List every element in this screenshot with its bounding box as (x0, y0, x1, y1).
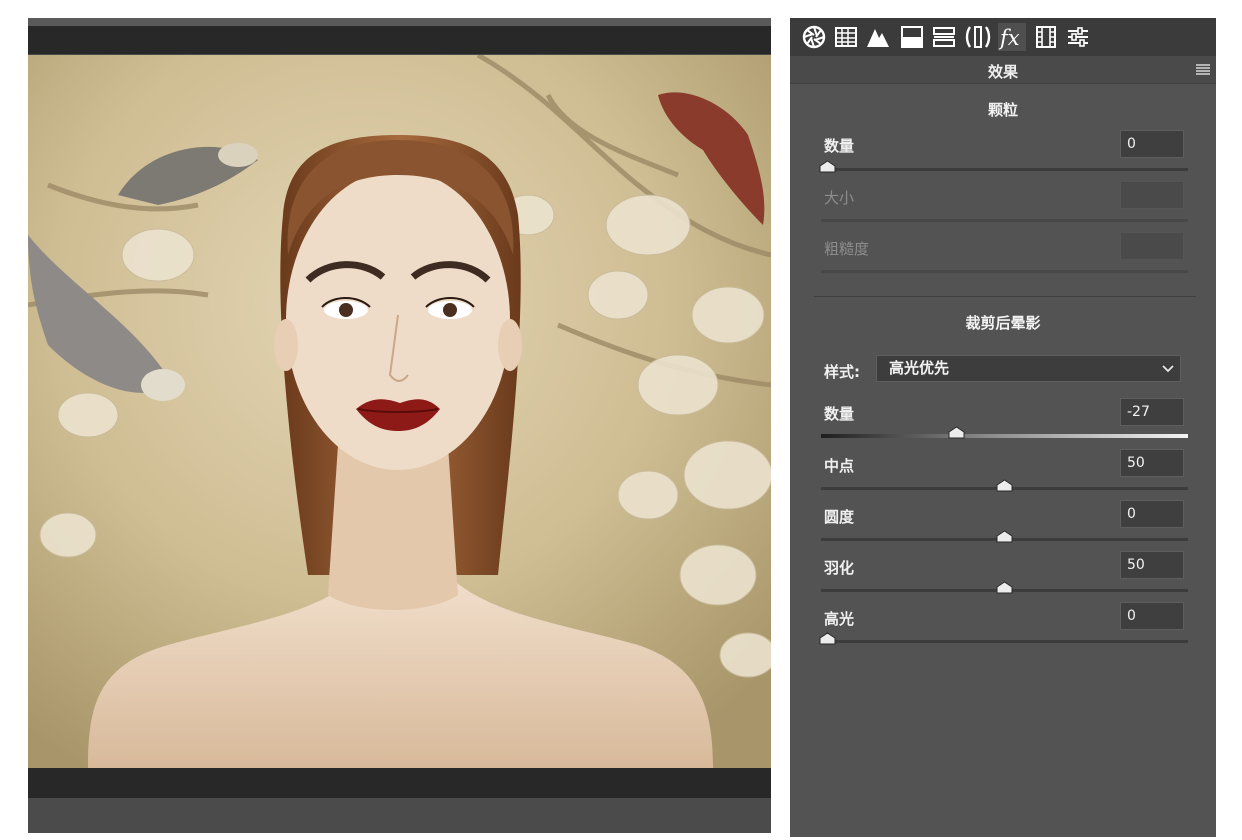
vignette-roundness-slider-thumb[interactable] (996, 530, 1013, 543)
panel-header: 效果 (790, 56, 1216, 84)
vignette-roundness-label: 圆度 (824, 508, 855, 526)
mountains-icon[interactable] (864, 23, 892, 51)
grain-roughness-track (821, 270, 1188, 273)
vignette-amount-field[interactable]: -27 (1120, 398, 1184, 426)
grain-size-field (1120, 181, 1184, 209)
vignette-section-title: 裁剪后晕影 (965, 314, 1041, 332)
grain-amount-track[interactable] (821, 168, 1188, 171)
vignette-highlights-field[interactable]: 0 (1120, 602, 1184, 630)
fx-icon[interactable]: fx (998, 23, 1026, 51)
grain-roughness-field (1120, 232, 1184, 260)
split-toning-icon[interactable] (898, 23, 926, 51)
section-divider (814, 296, 1196, 297)
fx-label: fx (998, 26, 1020, 50)
vignette-amount-label: 数量 (824, 405, 855, 423)
grid-icon[interactable] (832, 23, 860, 51)
vignette-style-label: 样式: (824, 363, 860, 381)
vignette-style-value: 高光优先 (889, 359, 950, 377)
lens-icon[interactable] (964, 23, 992, 51)
preview-top-strip (28, 18, 771, 26)
vignette-highlights-track[interactable] (821, 640, 1188, 643)
vignette-amount-track[interactable] (821, 434, 1188, 438)
vignette-midpoint-slider-thumb[interactable] (996, 479, 1013, 492)
vignette-feather-field[interactable]: 50 (1120, 551, 1184, 579)
vignette-amount-slider-thumb[interactable] (948, 426, 965, 439)
vignette-highlights-slider-thumb[interactable] (819, 632, 836, 645)
chevron-down-icon (1162, 365, 1174, 373)
film-calibration-icon[interactable] (1032, 23, 1060, 51)
portrait-photo (28, 55, 771, 768)
image-preview-area (28, 18, 771, 833)
panel-tab-bar: fx (790, 18, 1216, 56)
grain-size-track (821, 219, 1188, 222)
grain-section-title: 颗粒 (987, 101, 1018, 119)
hsl-bars-icon[interactable] (930, 23, 958, 51)
panel-menu-icon[interactable] (1196, 64, 1210, 75)
sliders-icon[interactable] (1064, 23, 1092, 51)
aperture-icon[interactable] (800, 23, 828, 51)
preview-top-bar (28, 26, 771, 54)
vignette-feather-slider-thumb[interactable] (996, 581, 1013, 594)
vignette-midpoint-label: 中点 (824, 457, 855, 475)
preview-bottom-bar (28, 768, 771, 798)
panel-title: 效果 (987, 63, 1018, 81)
effects-panel: fx 效果 颗粒 数量 0 大小 粗糙度 裁剪后晕影 样式: 高光优先 数量 -… (790, 18, 1216, 837)
vignette-midpoint-field[interactable]: 50 (1120, 449, 1184, 477)
preview-footer (28, 798, 771, 833)
vignette-highlights-label: 高光 (824, 610, 855, 628)
grain-amount-label: 数量 (824, 137, 855, 155)
vignette-roundness-field[interactable]: 0 (1120, 500, 1184, 528)
grain-amount-slider-thumb[interactable] (819, 160, 836, 173)
vignette-feather-label: 羽化 (824, 559, 855, 577)
grain-size-label: 大小 (824, 189, 855, 207)
vignette-style-select[interactable]: 高光优先 (876, 355, 1181, 382)
grain-amount-field[interactable]: 0 (1120, 130, 1184, 158)
grain-roughness-label: 粗糙度 (824, 240, 870, 258)
